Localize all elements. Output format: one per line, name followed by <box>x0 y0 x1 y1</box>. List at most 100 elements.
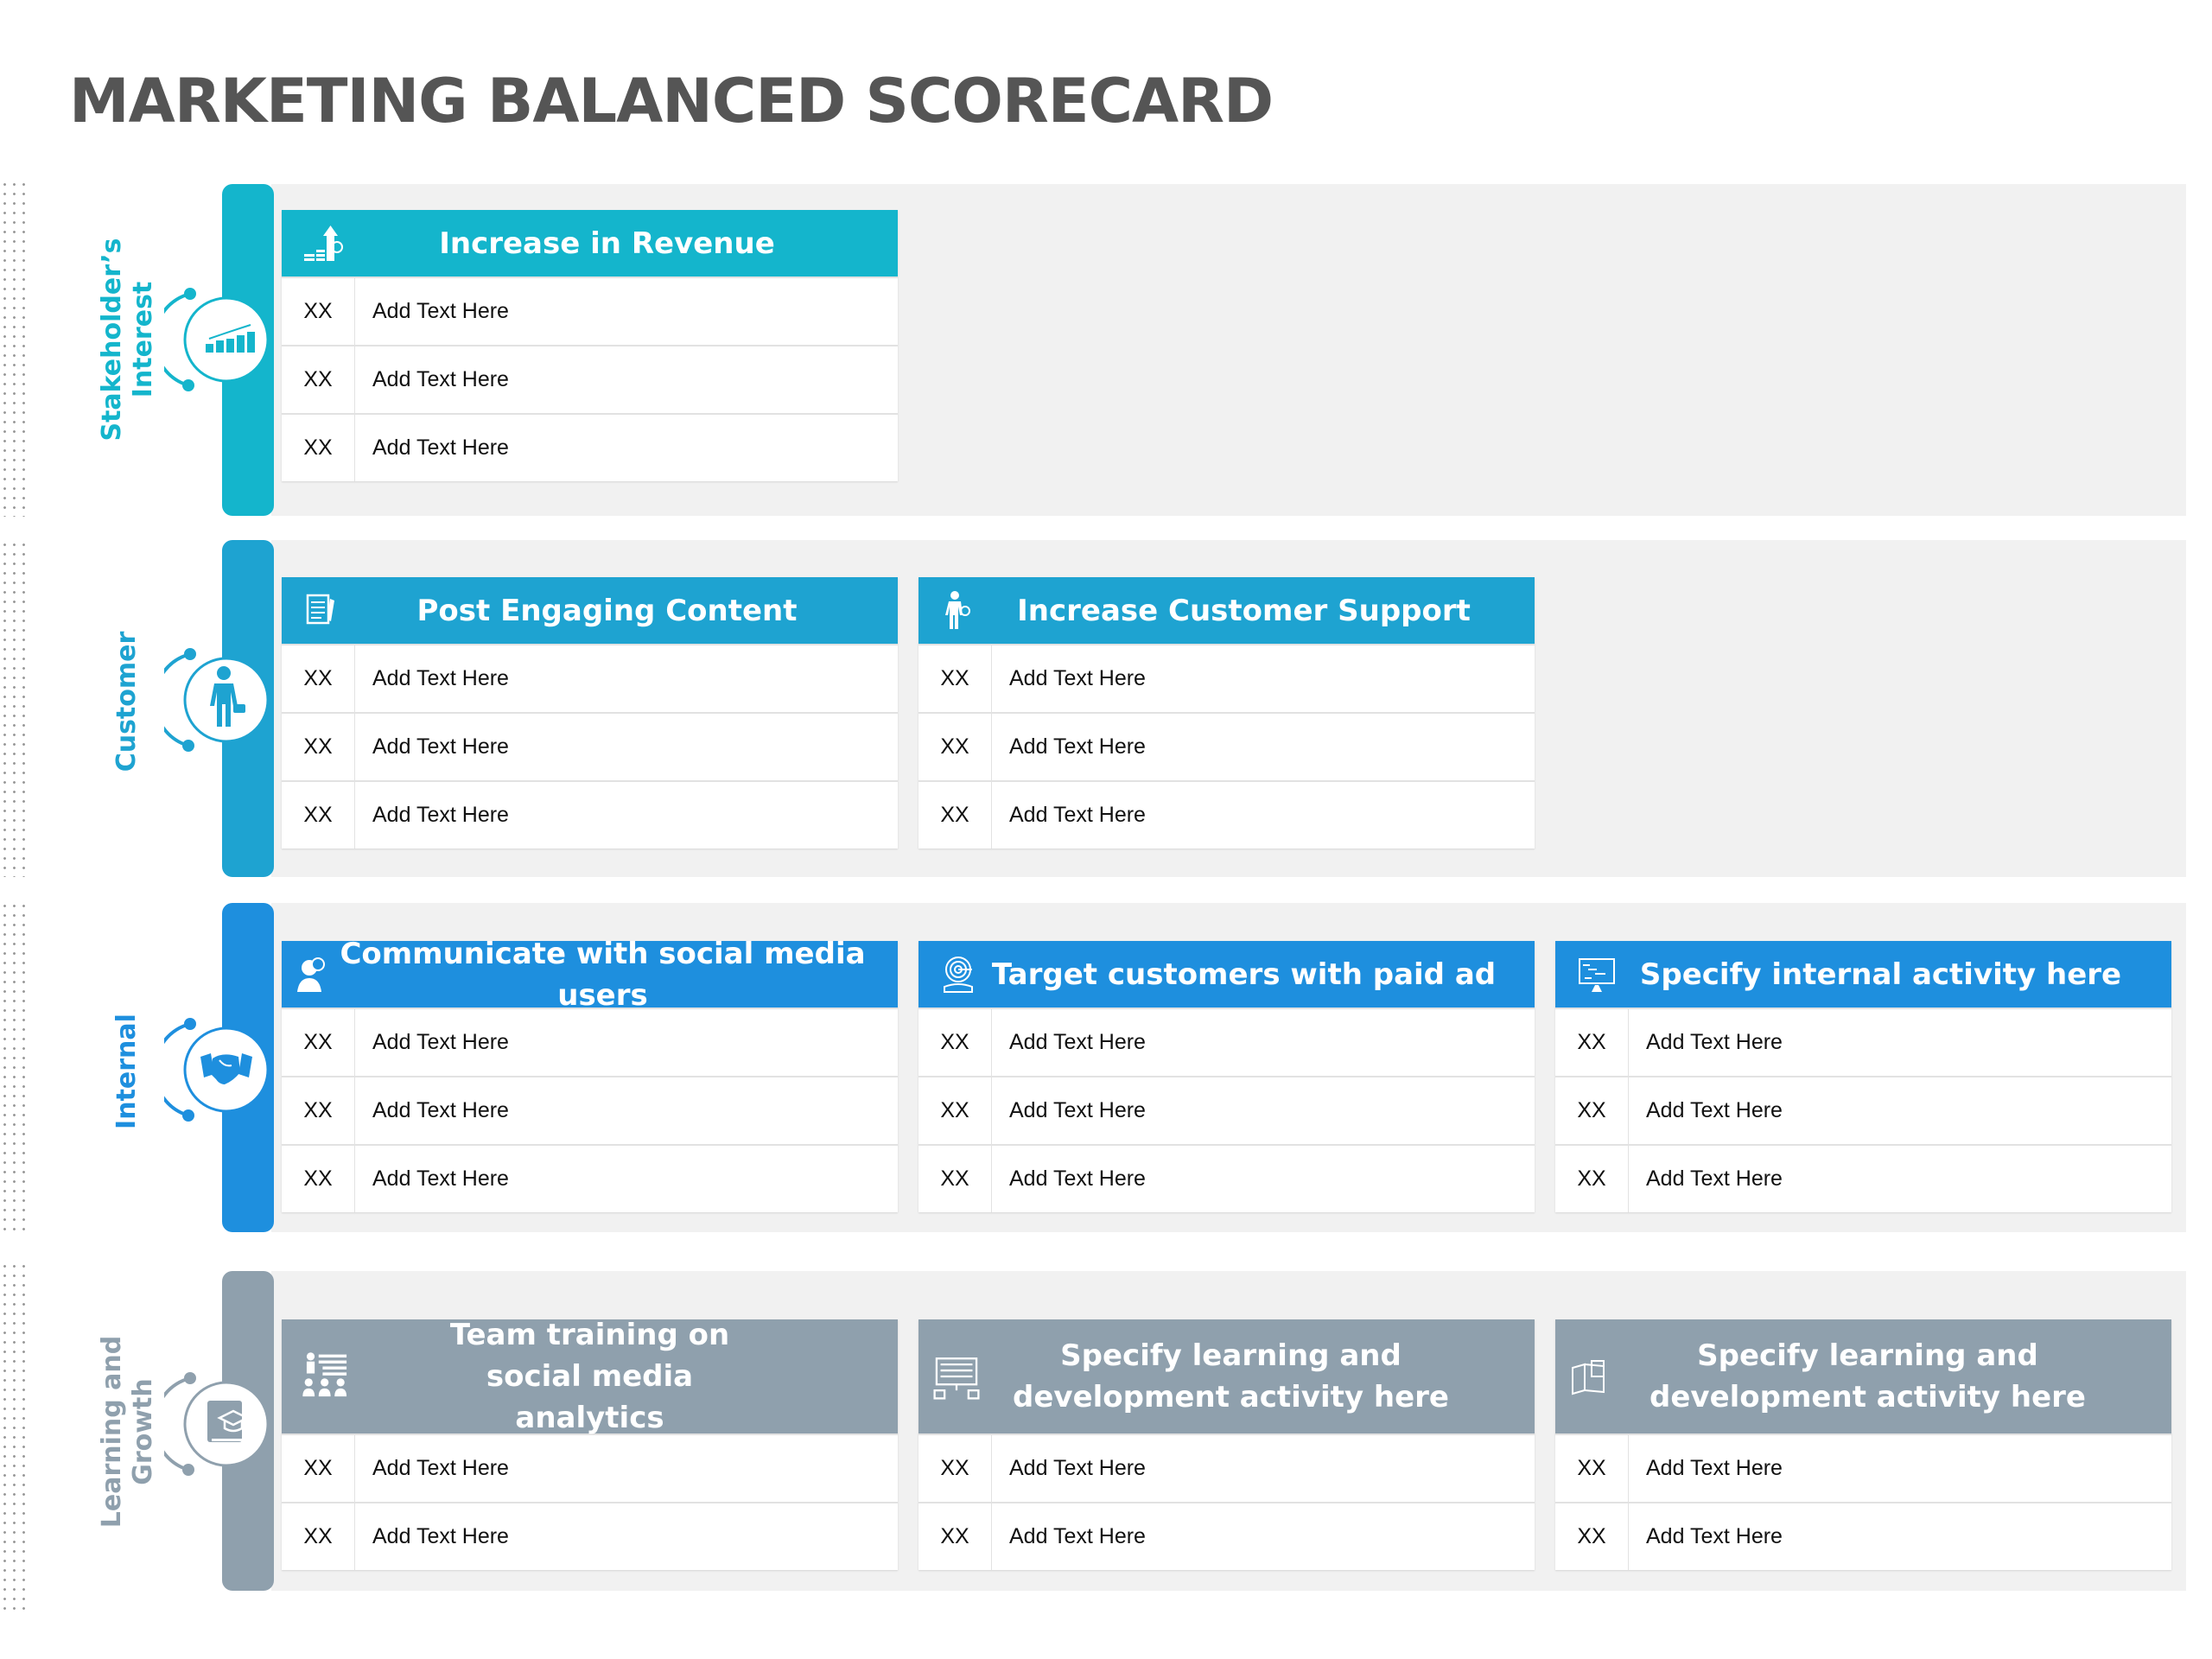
section-badge <box>164 283 276 396</box>
row-text[interactable]: Add Text Here <box>1629 1098 1783 1123</box>
row-text[interactable]: Add Text Here <box>355 1524 509 1549</box>
handshake-icon <box>164 1018 270 1122</box>
table-row: XX Add Text Here <box>918 1502 1535 1570</box>
scorecard-card: Specify learning and development activit… <box>918 1319 1535 1570</box>
row-text[interactable]: Add Text Here <box>992 803 1146 828</box>
section-label: Internal <box>111 1014 142 1129</box>
card-title: Target customers with paid ad <box>991 957 1497 992</box>
row-text[interactable]: Add Text Here <box>992 734 1146 760</box>
row-code[interactable]: XX <box>1555 1503 1629 1570</box>
row-text[interactable]: Add Text Here <box>355 1098 509 1123</box>
card-title: Team training on social media analytics <box>449 1318 730 1435</box>
table-row: XX Add Text Here <box>1555 1502 2171 1570</box>
row-code[interactable]: XX <box>918 1077 992 1144</box>
row-text[interactable]: Add Text Here <box>355 734 509 760</box>
row-code[interactable]: XX <box>918 714 992 780</box>
row-text[interactable]: Add Text Here <box>355 1166 509 1192</box>
card-header: Specify learning and development activit… <box>1555 1319 2171 1433</box>
row-code[interactable]: XX <box>282 645 355 712</box>
section-internal: Internal Communicate with social media u… <box>0 903 2212 1232</box>
row-code[interactable]: XX <box>282 1503 355 1570</box>
section-customer: Customer Post Engaging Content XX Add Tex… <box>0 540 2212 877</box>
table-row: XX Add Text Here <box>282 1007 898 1076</box>
table-row: XX Add Text Here <box>918 1433 1535 1502</box>
row-text[interactable]: Add Text Here <box>355 367 509 392</box>
monitor-chart-icon <box>1579 957 1615 992</box>
card-title: Specify internal activity here <box>1639 957 2122 992</box>
row-code[interactable]: XX <box>918 1146 992 1212</box>
row-code[interactable]: XX <box>282 782 355 849</box>
section-stakeholder-interest: Stakeholder’s Interest Increase in Reven… <box>0 184 2212 516</box>
row-text[interactable]: Add Text Here <box>992 1524 1146 1549</box>
row-code[interactable]: XX <box>282 1146 355 1212</box>
row-text[interactable]: Add Text Here <box>1629 1456 1783 1481</box>
row-text[interactable]: Add Text Here <box>355 435 509 461</box>
table-row: XX Add Text Here <box>282 644 898 712</box>
row-code[interactable]: XX <box>918 645 992 712</box>
row-code[interactable]: XX <box>282 346 355 413</box>
card-title: Communicate with social media users <box>340 936 866 1013</box>
row-text[interactable]: Add Text Here <box>355 803 509 828</box>
row-text[interactable]: Add Text Here <box>355 1030 509 1055</box>
row-text[interactable]: Add Text Here <box>1629 1524 1783 1549</box>
card-header: Specify internal activity here <box>1555 941 2171 1007</box>
row-code[interactable]: XX <box>282 278 355 345</box>
row-text[interactable]: Add Text Here <box>355 299 509 324</box>
card-header: Increase Customer Support <box>918 577 1535 644</box>
row-code[interactable]: XX <box>1555 1435 1629 1502</box>
row-text[interactable]: Add Text Here <box>992 1098 1146 1123</box>
page-title: MARKETING BALANCED SCORECARD <box>69 66 1274 137</box>
shopper-icon <box>164 648 270 752</box>
row-text[interactable]: Add Text Here <box>992 1166 1146 1192</box>
row-code[interactable]: XX <box>282 415 355 481</box>
row-code[interactable]: XX <box>918 782 992 849</box>
card-title: Specify learning and development activit… <box>1013 1338 1449 1414</box>
row-code[interactable]: XX <box>918 1435 992 1502</box>
row-code[interactable]: XX <box>282 1009 355 1076</box>
row-text[interactable]: Add Text Here <box>992 1030 1146 1055</box>
chat-user-icon <box>297 957 325 992</box>
row-text[interactable]: Add Text Here <box>1629 1030 1783 1055</box>
growth-chart-icon <box>164 288 270 391</box>
scorecard-card: Post Engaging Content XX Add Text Here XX… <box>282 577 898 849</box>
section-label: Customer <box>111 631 142 772</box>
table-row: XX Add Text Here <box>282 1502 898 1570</box>
card-title: Post Engaging Content <box>416 593 798 628</box>
revenue-growth-icon <box>304 225 343 261</box>
row-text[interactable]: Add Text Here <box>992 666 1146 691</box>
table-row: XX Add Text Here <box>282 712 898 780</box>
table-row: XX Add Text Here <box>282 413 898 481</box>
scorecard-card: Target customers with paid ad XX Add Text… <box>918 941 1535 1212</box>
row-text[interactable]: Add Text Here <box>992 1456 1146 1481</box>
target-icon <box>944 956 973 993</box>
row-code[interactable]: XX <box>282 714 355 780</box>
row-text[interactable]: Add Text Here <box>355 1456 509 1481</box>
table-row: XX Add Text Here <box>918 1076 1535 1144</box>
table-row: XX Add Text Here <box>918 1144 1535 1212</box>
classroom-icon <box>302 1352 347 1397</box>
card-header: Communicate with social media users <box>282 937 898 1013</box>
row-code[interactable]: XX <box>1555 1077 1629 1144</box>
section-learning-growth: Learning and Growth Team training on soc… <box>0 1271 2212 1591</box>
scorecard-card: Specify learning and development activit… <box>1555 1319 2171 1570</box>
table-row: XX Add Text Here <box>282 1433 898 1502</box>
row-code[interactable]: XX <box>918 1009 992 1076</box>
scorecard-card: Increase in Revenue XX Add Text Here XX Ad… <box>282 210 898 481</box>
table-row: XX Add Text Here <box>1555 1076 2171 1144</box>
card-title: Increase Customer Support <box>1017 593 1471 628</box>
table-row: XX Add Text Here <box>918 1007 1535 1076</box>
section-badge <box>164 1014 276 1126</box>
row-code[interactable]: XX <box>282 1077 355 1144</box>
card-header: Specify learning and development activit… <box>918 1319 1535 1433</box>
scorecard-card: Increase Customer Support XX Add Text Her… <box>918 577 1535 849</box>
row-code[interactable]: XX <box>1555 1146 1629 1212</box>
row-code[interactable]: XX <box>1555 1009 1629 1076</box>
row-code[interactable]: XX <box>918 1503 992 1570</box>
row-text[interactable]: Add Text Here <box>355 666 509 691</box>
card-title: Specify learning and development activit… <box>1649 1338 2086 1414</box>
table-row: XX Add Text Here <box>282 1144 898 1212</box>
table-row: XX Add Text Here <box>282 276 898 345</box>
row-text[interactable]: Add Text Here <box>1629 1166 1783 1192</box>
row-code[interactable]: XX <box>282 1435 355 1502</box>
scorecard-card: Communicate with social media users XX Ad… <box>282 937 898 1212</box>
